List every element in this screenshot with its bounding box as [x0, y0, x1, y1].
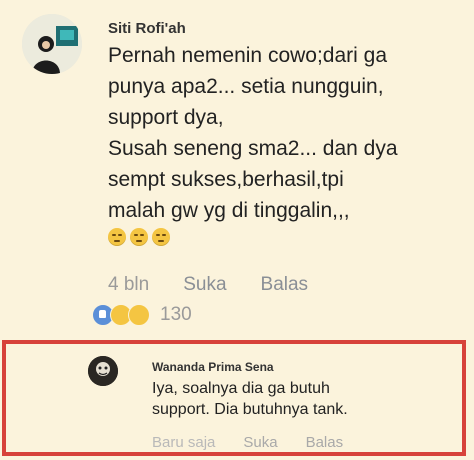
comment-time: 4 bln — [108, 274, 150, 295]
emoji-row — [108, 228, 170, 246]
reply-button[interactable]: Balas — [261, 274, 309, 296]
sad-face-icon — [152, 228, 170, 246]
reaction-count: 130 — [160, 304, 192, 325]
reply-actions: Baru saja Suka Balas — [152, 434, 371, 451]
reply-like-button[interactable]: Suka — [243, 434, 277, 451]
user-avatar-icon — [88, 356, 118, 386]
sad-face-icon — [108, 228, 126, 246]
user-avatar-icon — [22, 14, 82, 74]
comment-author[interactable]: Siti Rofi'ah — [108, 20, 186, 37]
comment-actions: 4 bln Suka Balas — [108, 274, 342, 296]
reply-card: Wananda Prima Sena Iya, soalnya dia ga b… — [2, 340, 466, 456]
comment-card: Siti Rofi'ah Pernah nemenin cowo;dari ga… — [0, 0, 474, 336]
reply-avatar[interactable] — [88, 356, 118, 386]
sad-reaction-icon — [128, 304, 150, 326]
reaction-summary[interactable]: 130 — [92, 304, 192, 326]
comment-text: Pernah nemenin cowo;dari ga punya apa2..… — [108, 44, 398, 222]
sad-face-icon — [130, 228, 148, 246]
reply-reply-button[interactable]: Balas — [306, 434, 344, 451]
reply-text: Iya, soalnya dia ga butuh support. Dia b… — [152, 380, 348, 418]
reply-author[interactable]: Wananda Prima Sena — [152, 360, 274, 374]
avatar[interactable] — [22, 14, 82, 74]
reply-time: Baru saja — [152, 434, 216, 451]
like-button[interactable]: Suka — [183, 274, 226, 296]
